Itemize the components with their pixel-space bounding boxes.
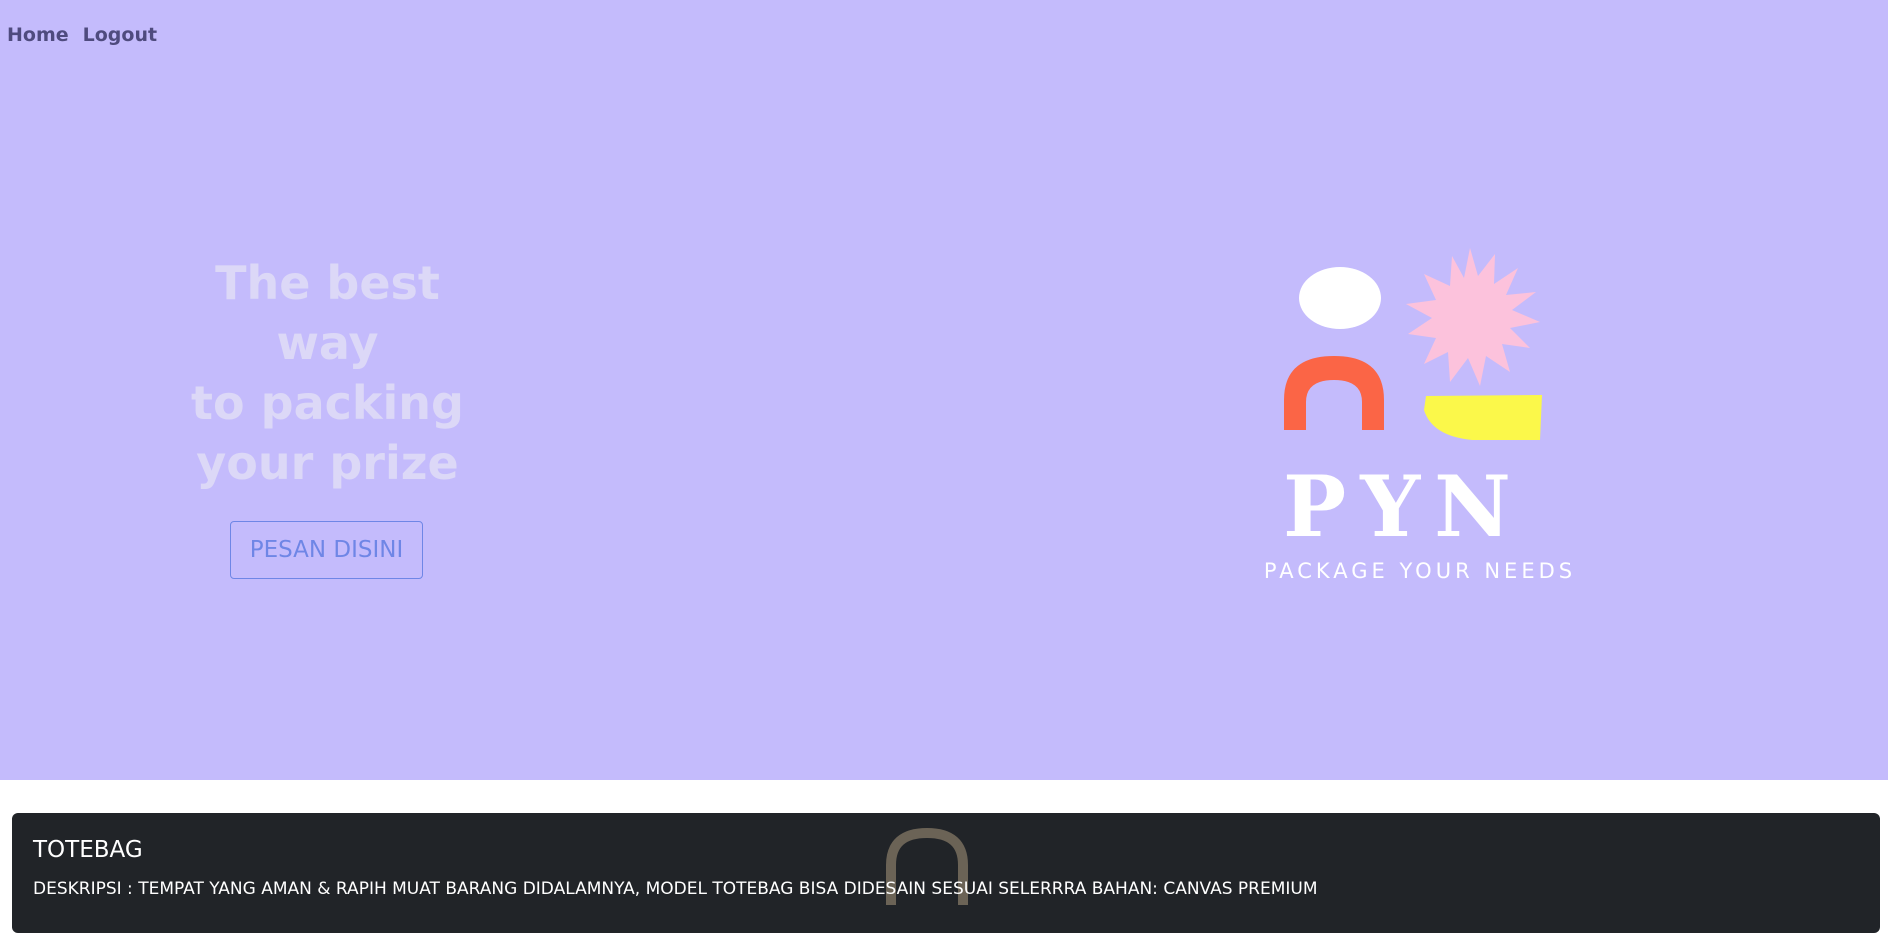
logo-tagline-text: PACKAGE YOUR NEEDS [1264,559,1576,583]
hero-section: Home Logout The best way to packing your… [0,0,1888,780]
product-title: TOTEBAG [33,837,143,863]
logo-circle-shape [1299,267,1381,329]
logo-wedge-shape [1424,395,1542,440]
logo-star-shape [1406,248,1540,386]
product-card: TOTEBAG DESKRIPSI : TEMPAT YANG AMAN & R… [12,813,1880,933]
logo-brand-text: PYN [1283,457,1525,556]
top-nav: Home Logout [7,24,157,46]
product-description: DESKRIPSI : TEMPAT YANG AMAN & RAPIH MUA… [33,879,1318,899]
logo-arch-shape [1284,356,1384,430]
nav-logout-link[interactable]: Logout [83,24,157,46]
pyn-logo: PYN PACKAGE YOUR NEEDS [1264,248,1576,583]
headline-line: way [276,316,379,370]
hero-headline: The best way to packing your prize [180,253,475,493]
headline-line: The best [215,256,440,310]
nav-home-link[interactable]: Home [7,24,69,46]
headline-line: your prize [196,436,459,490]
headline-line: to packing [191,376,464,430]
order-here-button[interactable]: PESAN DISINI [230,521,423,579]
